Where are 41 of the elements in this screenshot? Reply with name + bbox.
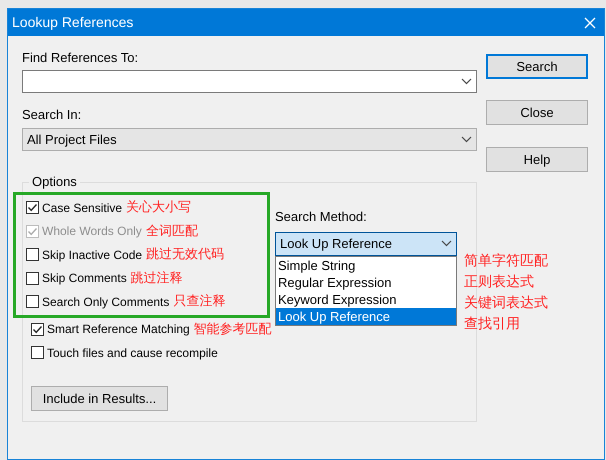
checkbox-label[interactable]: Search Only Comments	[42, 292, 170, 311]
annotation-text: 跳过无效代码	[146, 246, 224, 264]
annotation-text: 全词匹配	[146, 222, 198, 240]
dialog-button[interactable]: Search	[486, 54, 588, 79]
checkbox[interactable]	[26, 272, 39, 285]
checkbox-label[interactable]: Skip Comments	[42, 269, 127, 288]
search-in-combo[interactable]: All Project Files	[22, 128, 477, 151]
dropdown-option[interactable]: Regular Expression	[276, 274, 456, 290]
annotation-text: 只查注释	[173, 293, 226, 311]
checkbox[interactable]	[26, 248, 39, 262]
search-method-combo[interactable]: Look Up Reference	[275, 232, 457, 256]
combo-value: All Project Files	[27, 130, 117, 149]
field-label: Search Method:	[275, 208, 368, 226]
dropdown-option[interactable]: Keyword Expression	[276, 290, 456, 308]
checkbox[interactable]	[26, 295, 39, 308]
dialog-button[interactable]: Close	[486, 100, 588, 125]
annotation-text: 简单字符匹配	[464, 252, 548, 270]
checkbox-label[interactable]: Touch files and cause recompile	[47, 344, 218, 362]
find-references-combo[interactable]	[22, 70, 477, 93]
close-icon[interactable]	[584, 16, 596, 28]
annotation-text: 关心大小写	[126, 199, 192, 217]
group-title: Options	[29, 174, 80, 190]
checkbox[interactable]	[31, 322, 44, 336]
annotation-text: 跳过注释	[130, 270, 183, 288]
dialog-button[interactable]: Help	[486, 147, 588, 172]
annotation-text: 智能参考匹配	[194, 320, 272, 338]
dropdown-option[interactable]: Simple String	[276, 256, 456, 274]
checkbox[interactable]	[26, 201, 39, 214]
annotation-text: 正则表达式	[464, 272, 535, 292]
annotation-text: 查找引用	[464, 314, 521, 334]
annotation-text: 关键词表达式	[464, 294, 548, 312]
field-label: Search In:	[22, 106, 82, 123]
checkbox[interactable]	[31, 346, 44, 360]
checkbox-label[interactable]: Case Sensitive	[42, 198, 122, 217]
field-label: Find References To:	[22, 49, 140, 66]
include-in-results-button[interactable]: Include in Results...	[31, 386, 168, 411]
dropdown-option[interactable]: Look Up Reference	[276, 308, 456, 324]
combo-value: Look Up Reference	[280, 234, 392, 253]
checkbox-label[interactable]: Smart Reference Matching	[47, 320, 190, 338]
checkbox-label[interactable]: Skip Inactive Code	[42, 246, 142, 264]
window-title: Lookup References	[12, 13, 134, 32]
